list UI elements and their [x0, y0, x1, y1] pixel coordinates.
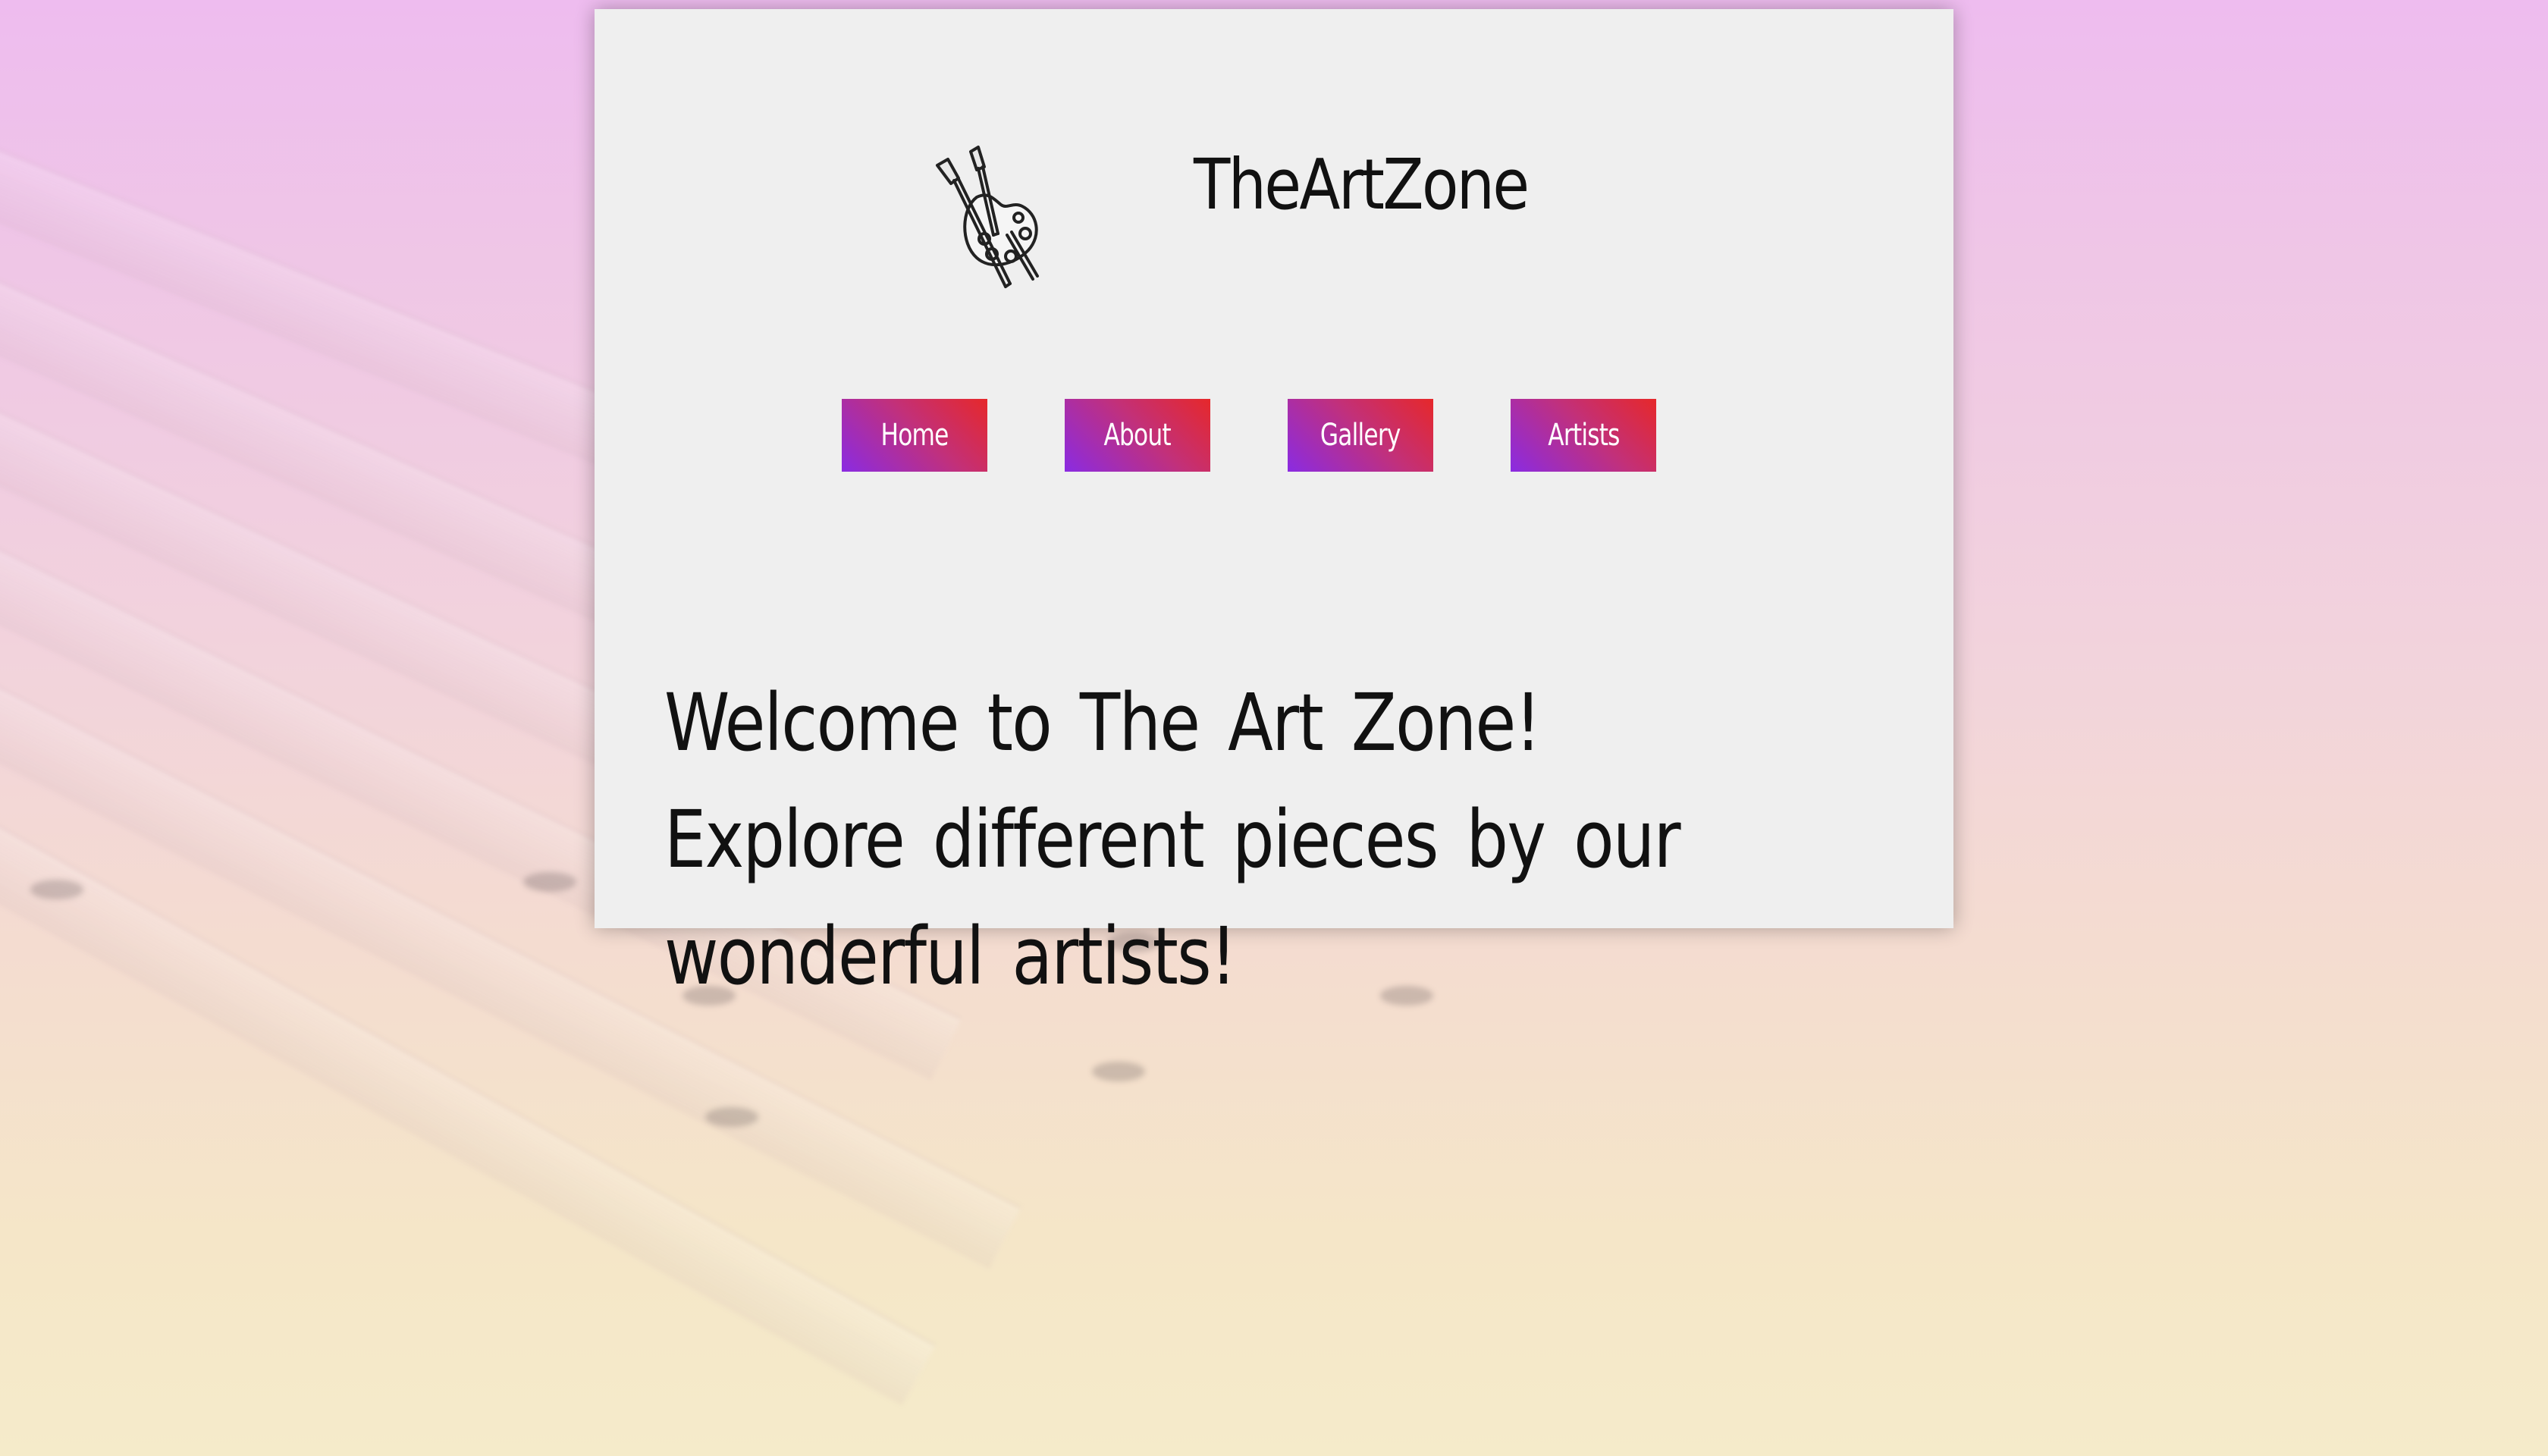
- nav-home-label: Home: [880, 418, 949, 453]
- header-card: TheArtZone Home About Gallery Artists We…: [595, 9, 1953, 1003]
- nav-gallery-label: Gallery: [1320, 418, 1401, 453]
- nav-artists-button[interactable]: Artists: [1511, 399, 1656, 472]
- nav-about-button[interactable]: About: [1065, 399, 1210, 472]
- nav-home-button[interactable]: Home: [842, 399, 987, 472]
- palette-brushes-icon[interactable]: [931, 144, 1060, 296]
- welcome-message: Welcome to The Art Zone! Explore differe…: [664, 676, 1681, 1003]
- main-nav: Home About Gallery Artists: [842, 399, 1656, 472]
- nav-gallery-button[interactable]: Gallery: [1288, 399, 1433, 472]
- site-title: TheArtZone: [1194, 144, 1530, 225]
- nav-about-label: About: [1103, 418, 1172, 453]
- nav-artists-label: Artists: [1547, 418, 1620, 453]
